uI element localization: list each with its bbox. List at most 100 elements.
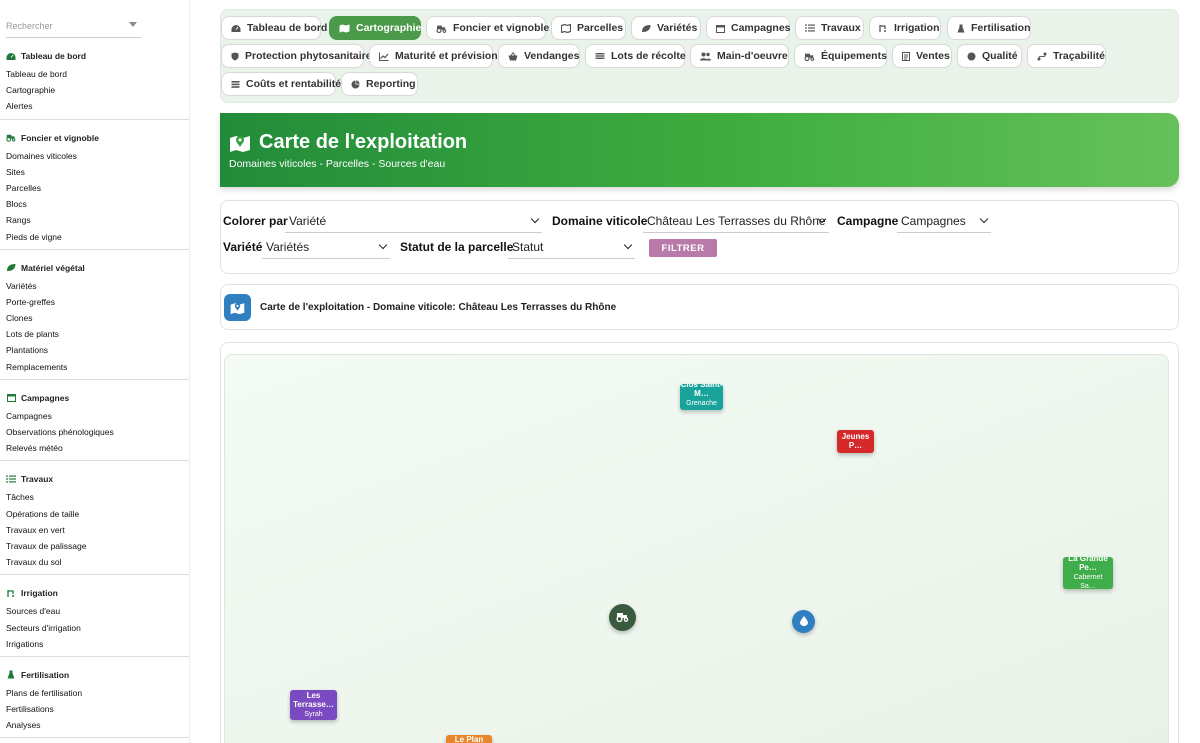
tab-main-d-oeuvre[interactable]: Main-d'oeuvre [690, 44, 789, 68]
tab-vendanges[interactable]: Vendanges [498, 44, 580, 68]
sidebar-section-header[interactable]: Foncier et vignoble [0, 130, 189, 146]
tractor-icon [436, 24, 447, 33]
chevron-down-icon [378, 240, 388, 250]
sidebar-item[interactable]: Observations phénologiques [0, 424, 189, 440]
sidebar-item[interactable]: Analyses [0, 717, 189, 733]
tab-qualite[interactable]: Qualité [957, 44, 1022, 68]
invoice-icon [902, 51, 910, 61]
sidebar-item[interactable]: Variétés [0, 278, 189, 294]
tab-travaux[interactable]: Travaux [795, 16, 864, 40]
tab-foncier-et-vignoble[interactable]: Foncier et vignoble [426, 16, 549, 40]
sidebar-section-header[interactable]: Fertilisation [0, 667, 189, 683]
sidebar-item-list: Sources d'eau Secteurs d'irrigation Irriga… [0, 601, 189, 652]
page-banner: Carte de l'exploitation Domaines viticol… [220, 113, 1179, 187]
map-grid-icon [561, 23, 571, 33]
color-by-select[interactable]: Variété [285, 209, 542, 233]
tab-parcelles[interactable]: Parcelles [551, 16, 626, 40]
leaf-icon [6, 263, 16, 273]
tab-lots-de-recolte[interactable]: Lots de récolte [585, 44, 686, 68]
sidebar-item[interactable]: Clones [0, 310, 189, 326]
map-icon [339, 23, 350, 33]
sidebar-section-header[interactable]: Matériel végétal [0, 260, 189, 276]
sidebar-item[interactable]: Pieds de vigne [0, 229, 189, 245]
sidebar-item[interactable]: Irrigations [0, 636, 189, 652]
tab-label: Protection phytosanitaire [245, 50, 372, 62]
sidebar-item[interactable]: Travaux du sol [0, 554, 189, 570]
sidebar-item[interactable]: Plans de fertilisation [0, 685, 189, 701]
users-icon [700, 52, 711, 61]
tab-equipements[interactable]: Équipements [794, 44, 887, 68]
water-source-marker[interactable] [792, 610, 815, 633]
parcel-marker[interactable]: La Grande Pe… Cabernet Sa… [1063, 557, 1113, 589]
filter-button[interactable]: FILTRER [649, 239, 717, 257]
tab-fertilisation[interactable]: Fertilisation [947, 16, 1031, 40]
search-input[interactable] [6, 14, 141, 38]
sidebar-section-header[interactable]: Travaux [0, 471, 189, 487]
pie-chart-icon [351, 79, 360, 89]
sidebar-nav: Tableau de bord Tableau de bord Cartograph… [0, 38, 189, 743]
flask-icon [6, 670, 16, 680]
sidebar-item[interactable]: Campagnes [0, 408, 189, 424]
tab-campagnes[interactable]: Campagnes [706, 16, 791, 40]
sidebar-item[interactable]: Travaux en vert [0, 522, 189, 538]
parcel-variety: Grenache [686, 400, 717, 407]
domain-select[interactable]: Château Les Terrasses du Rhône [643, 209, 829, 233]
tab-tracabilite[interactable]: Traçabilité [1027, 44, 1106, 68]
sidebar-item[interactable]: Blocs [0, 196, 189, 212]
sidebar-item[interactable]: Cartographie [0, 82, 189, 98]
sidebar-item[interactable]: Porte-greffes [0, 294, 189, 310]
tab-protection-phytosanitaire[interactable]: Protection phytosanitaire [221, 44, 372, 68]
sidebar-item[interactable]: Sources d'eau [0, 603, 189, 619]
sidebar-item[interactable]: Lots de plants [0, 326, 189, 342]
parcel-marker[interactable]: Jeunes P… [837, 430, 874, 453]
campaign-select[interactable]: Campagnes [897, 209, 991, 233]
parcel-name: Les Terrasse… [293, 691, 334, 709]
sidebar-item[interactable]: Domaines viticoles [0, 148, 189, 164]
tab-cartographie[interactable]: Cartographie [329, 16, 421, 40]
parcel-name: Clos Saint-M… [680, 384, 723, 398]
sidebar-item-list: Campagnes Observations phénologiques Relev… [0, 406, 189, 457]
sidebar-item[interactable]: Travaux de palissage [0, 538, 189, 554]
status-value: Statut [512, 239, 544, 254]
sidebar-item[interactable]: Rangs [0, 212, 189, 228]
color-by-label: Colorer par [223, 214, 288, 228]
sidebar-section-header[interactable]: Tableau de bord [0, 48, 189, 64]
sidebar-section-header[interactable]: Campagnes [0, 390, 189, 406]
sidebar-item[interactable]: Fertilisations [0, 701, 189, 717]
tab-ventes[interactable]: Ventes [892, 44, 952, 68]
sidebar-section-title: Fertilisation [21, 669, 70, 680]
tab-reporting[interactable]: Reporting [341, 72, 418, 96]
variety-select[interactable]: Variétés [262, 235, 390, 259]
chevron-down-icon[interactable] [129, 22, 137, 27]
sidebar-item[interactable]: Remplacements [0, 359, 189, 375]
tab-varietes[interactable]: Variétés [631, 16, 701, 40]
search-box[interactable] [6, 14, 141, 38]
parcel-marker[interactable]: Clos Saint-M… Grenache [680, 384, 723, 410]
map-info-text: Carte de l'exploitation - Domaine vitico… [260, 302, 617, 313]
farm-map[interactable]: Clos Saint-M… Grenache Jeunes P… La Gran… [224, 354, 1169, 743]
equipment-marker[interactable] [609, 604, 636, 631]
sidebar-item[interactable]: Sites [0, 164, 189, 180]
sidebar-section-header[interactable]: Irrigation [0, 585, 189, 601]
tab-couts-et-rentabilite[interactable]: Coûts et rentabilité [221, 72, 341, 96]
tab-label: Campagnes [731, 22, 791, 34]
tab-label: Travaux [821, 22, 861, 34]
sidebar-section-title: Matériel végétal [21, 262, 85, 273]
sidebar-item[interactable]: Opérations de taille [0, 506, 189, 522]
sidebar-item[interactable]: Relevés météo [0, 440, 189, 456]
tab-tableau-de-bord[interactable]: Tableau de bord [221, 16, 327, 40]
map-info-bar: Carte de l'exploitation - Domaine vitico… [220, 284, 1179, 330]
parcel-marker[interactable]: Les Terrasse… Syrah [290, 690, 337, 720]
sidebar-item[interactable]: Tâches [0, 489, 189, 505]
sidebar-item[interactable]: Secteurs d'irrigation [0, 620, 189, 636]
parcel-marker[interactable]: Le Plan [446, 735, 492, 743]
pallet-icon [595, 52, 605, 60]
status-select[interactable]: Statut [508, 235, 635, 259]
sidebar-item-list: Tableau de bord Cartographie Alertes [0, 64, 189, 115]
sidebar-item[interactable]: Parcelles [0, 180, 189, 196]
sidebar-item[interactable]: Tableau de bord [0, 66, 189, 82]
tab-maturite-et-prevision[interactable]: Maturité et prévision [369, 44, 498, 68]
sidebar-item[interactable]: Plantations [0, 342, 189, 358]
tab-irrigation[interactable]: Irrigation [869, 16, 941, 40]
sidebar-item[interactable]: Alertes [0, 98, 189, 114]
